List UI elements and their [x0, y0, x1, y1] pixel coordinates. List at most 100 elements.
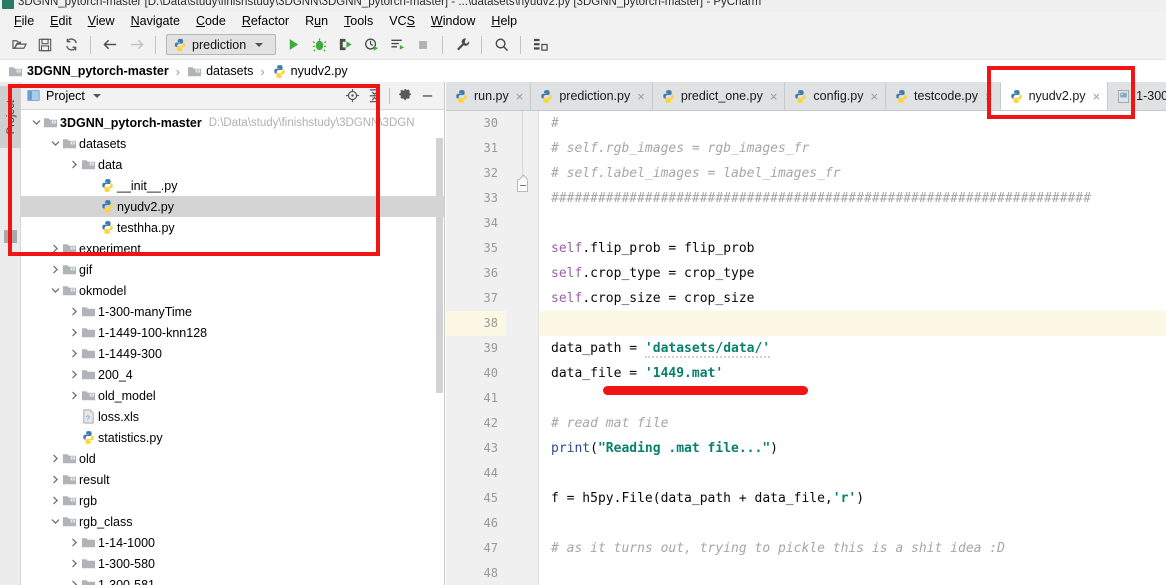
close-icon[interactable]: × — [1091, 90, 1101, 103]
tree-item-1-1449-100-knn128[interactable]: 1-1449-100-knn128 — [21, 322, 444, 343]
menu-item-run[interactable]: Run — [297, 12, 336, 30]
chevron-right-icon[interactable] — [51, 244, 60, 253]
tree-expand-toggle[interactable] — [48, 511, 62, 532]
chevron-right-icon[interactable] — [70, 349, 79, 358]
chevron-right-icon[interactable] — [70, 160, 79, 169]
tree-expand-toggle[interactable] — [48, 133, 62, 154]
structure-icon[interactable] — [529, 34, 551, 56]
tree-item-1-1449-300[interactable]: 1-1449-300 — [21, 343, 444, 364]
editor-tab-prediction-py[interactable]: prediction.py × — [531, 82, 653, 110]
tree-item-1-300-manytime[interactable]: 1-300-manyTime — [21, 301, 444, 322]
tree-item-1-300-581[interactable]: 1-300-581 — [21, 574, 444, 585]
code-line[interactable]: ########################################… — [551, 186, 1091, 211]
run-icon[interactable] — [282, 34, 304, 56]
tree-item-okmodel[interactable]: okmodel — [21, 280, 444, 301]
chevron-down-icon[interactable] — [32, 118, 41, 127]
editor-tab-predict-one-py[interactable]: predict_one.py × — [652, 82, 786, 110]
tree-item-testhha-py[interactable]: testhha.py — [21, 217, 444, 238]
tree-item-nyudv2-py[interactable]: nyudv2.py — [21, 196, 444, 217]
tree-expand-toggle[interactable] — [67, 385, 81, 406]
code-line[interactable]: # self.label_images = label_images_fr — [551, 161, 841, 186]
tree-item-experiment[interactable]: experiment — [21, 238, 444, 259]
tree-item-old[interactable]: old — [21, 448, 444, 469]
breadcrumb-item-3dgnn-pytorch-master[interactable]: 3DGNN_pytorch-master — [8, 64, 169, 79]
tree-item-3dgnn-pytorch-master[interactable]: 3DGNN_pytorch-master D:\Data\study\finish… — [21, 112, 444, 133]
fold-marker-icon[interactable] — [517, 179, 528, 192]
close-icon[interactable]: × — [983, 90, 993, 103]
tree-item-1-14-1000[interactable]: 1-14-1000 — [21, 532, 444, 553]
tree-expand-toggle[interactable] — [48, 490, 62, 511]
breadcrumb-item-nyudv2-py[interactable]: nyudv2.py — [272, 64, 348, 79]
tree-expand-toggle[interactable] — [67, 364, 81, 385]
menu-item-edit[interactable]: Edit — [42, 12, 80, 30]
editor-tab-testcode-py[interactable]: testcode.py × — [886, 82, 1001, 110]
tree-expand-toggle[interactable] — [48, 259, 62, 280]
code-line[interactable]: # as it turns out, trying to pickle this… — [551, 536, 1005, 561]
menu-item-navigate[interactable]: Navigate — [123, 12, 188, 30]
tree-expand-toggle[interactable] — [67, 343, 81, 364]
code-line[interactable]: # — [551, 111, 559, 136]
tree-item-data[interactable]: data — [21, 154, 444, 175]
code-line[interactable]: # read mat file — [551, 411, 668, 436]
chevron-right-icon[interactable] — [70, 328, 79, 337]
chevron-right-icon[interactable] — [51, 454, 60, 463]
tree-expand-toggle[interactable] — [67, 322, 81, 343]
menu-item-refactor[interactable]: Refactor — [234, 12, 297, 30]
close-icon[interactable]: × — [635, 90, 645, 103]
tree-item-200-4[interactable]: 200_4 — [21, 364, 444, 385]
chevron-down-icon[interactable] — [51, 517, 60, 526]
tool-window-tab-project[interactable]: Project — [0, 86, 21, 148]
forward-arrow-icon[interactable] — [125, 34, 147, 56]
chevron-right-icon[interactable] — [70, 370, 79, 379]
breadcrumb-item-datasets[interactable]: datasets — [187, 64, 253, 79]
editor-code-area[interactable]: # # self.rgb_images = rgb_images_fr # self… — [539, 111, 1166, 585]
editor-tab-config-py[interactable]: config.py × — [785, 82, 887, 110]
close-icon[interactable]: × — [868, 90, 878, 103]
locate-icon[interactable] — [341, 85, 363, 107]
chevron-right-icon[interactable] — [70, 559, 79, 568]
code-line[interactable]: self.crop_type = crop_type — [551, 261, 755, 286]
chevron-down-icon[interactable] — [51, 286, 60, 295]
tree-item-loss-xls[interactable]: ? loss.xls — [21, 406, 444, 427]
menu-item-view[interactable]: View — [80, 12, 123, 30]
tree-expand-toggle[interactable] — [67, 301, 81, 322]
tree-item-datasets[interactable]: datasets — [21, 133, 444, 154]
menu-item-file[interactable]: File — [6, 12, 42, 30]
minimize-icon[interactable] — [416, 85, 438, 107]
editor-fold-column[interactable] — [506, 111, 539, 585]
code-line[interactable]: data_file = '1449.mat' — [551, 361, 723, 386]
tree-expand-toggle[interactable] — [67, 574, 81, 585]
back-arrow-icon[interactable] — [99, 34, 121, 56]
tree-item-statistics-py[interactable]: statistics.py — [21, 427, 444, 448]
tree-expand-toggle[interactable] — [67, 553, 81, 574]
chevron-right-icon[interactable] — [51, 475, 60, 484]
tree-item-rgb[interactable]: rgb — [21, 490, 444, 511]
save-all-icon[interactable] — [34, 34, 56, 56]
profile-icon[interactable] — [360, 34, 382, 56]
chevron-down-icon[interactable] — [51, 139, 60, 148]
tree-expand-toggle[interactable] — [67, 532, 81, 553]
tree-expand-toggle[interactable] — [48, 238, 62, 259]
code-line[interactable]: f = h5py.File(data_path + data_file,'r') — [551, 486, 864, 511]
run-tests-icon[interactable] — [386, 34, 408, 56]
settings-wrench-icon[interactable] — [451, 34, 473, 56]
close-icon[interactable]: × — [514, 90, 524, 103]
code-line[interactable]: self.flip_prob = flip_prob — [551, 236, 755, 261]
close-icon[interactable]: × — [768, 90, 778, 103]
debug-icon[interactable] — [308, 34, 330, 56]
menu-item-code[interactable]: Code — [188, 12, 234, 30]
tree-expand-toggle[interactable] — [67, 154, 81, 175]
sync-icon[interactable] — [60, 34, 82, 56]
run-with-coverage-icon[interactable] — [334, 34, 356, 56]
code-line[interactable]: # self.rgb_images = rgb_images_fr — [551, 136, 809, 161]
project-tree[interactable]: 3DGNN_pytorch-master D:\Data\study\finish… — [21, 110, 444, 585]
tree-item-gif[interactable]: gif — [21, 259, 444, 280]
stop-icon[interactable] — [412, 34, 434, 56]
chevron-right-icon[interactable] — [51, 265, 60, 274]
chevron-right-icon[interactable] — [51, 496, 60, 505]
tree-expand-toggle[interactable] — [48, 280, 62, 301]
chevron-right-icon[interactable] — [70, 580, 79, 585]
chevron-right-icon[interactable] — [70, 538, 79, 547]
chevron-right-icon[interactable] — [70, 391, 79, 400]
search-icon[interactable] — [490, 34, 512, 56]
